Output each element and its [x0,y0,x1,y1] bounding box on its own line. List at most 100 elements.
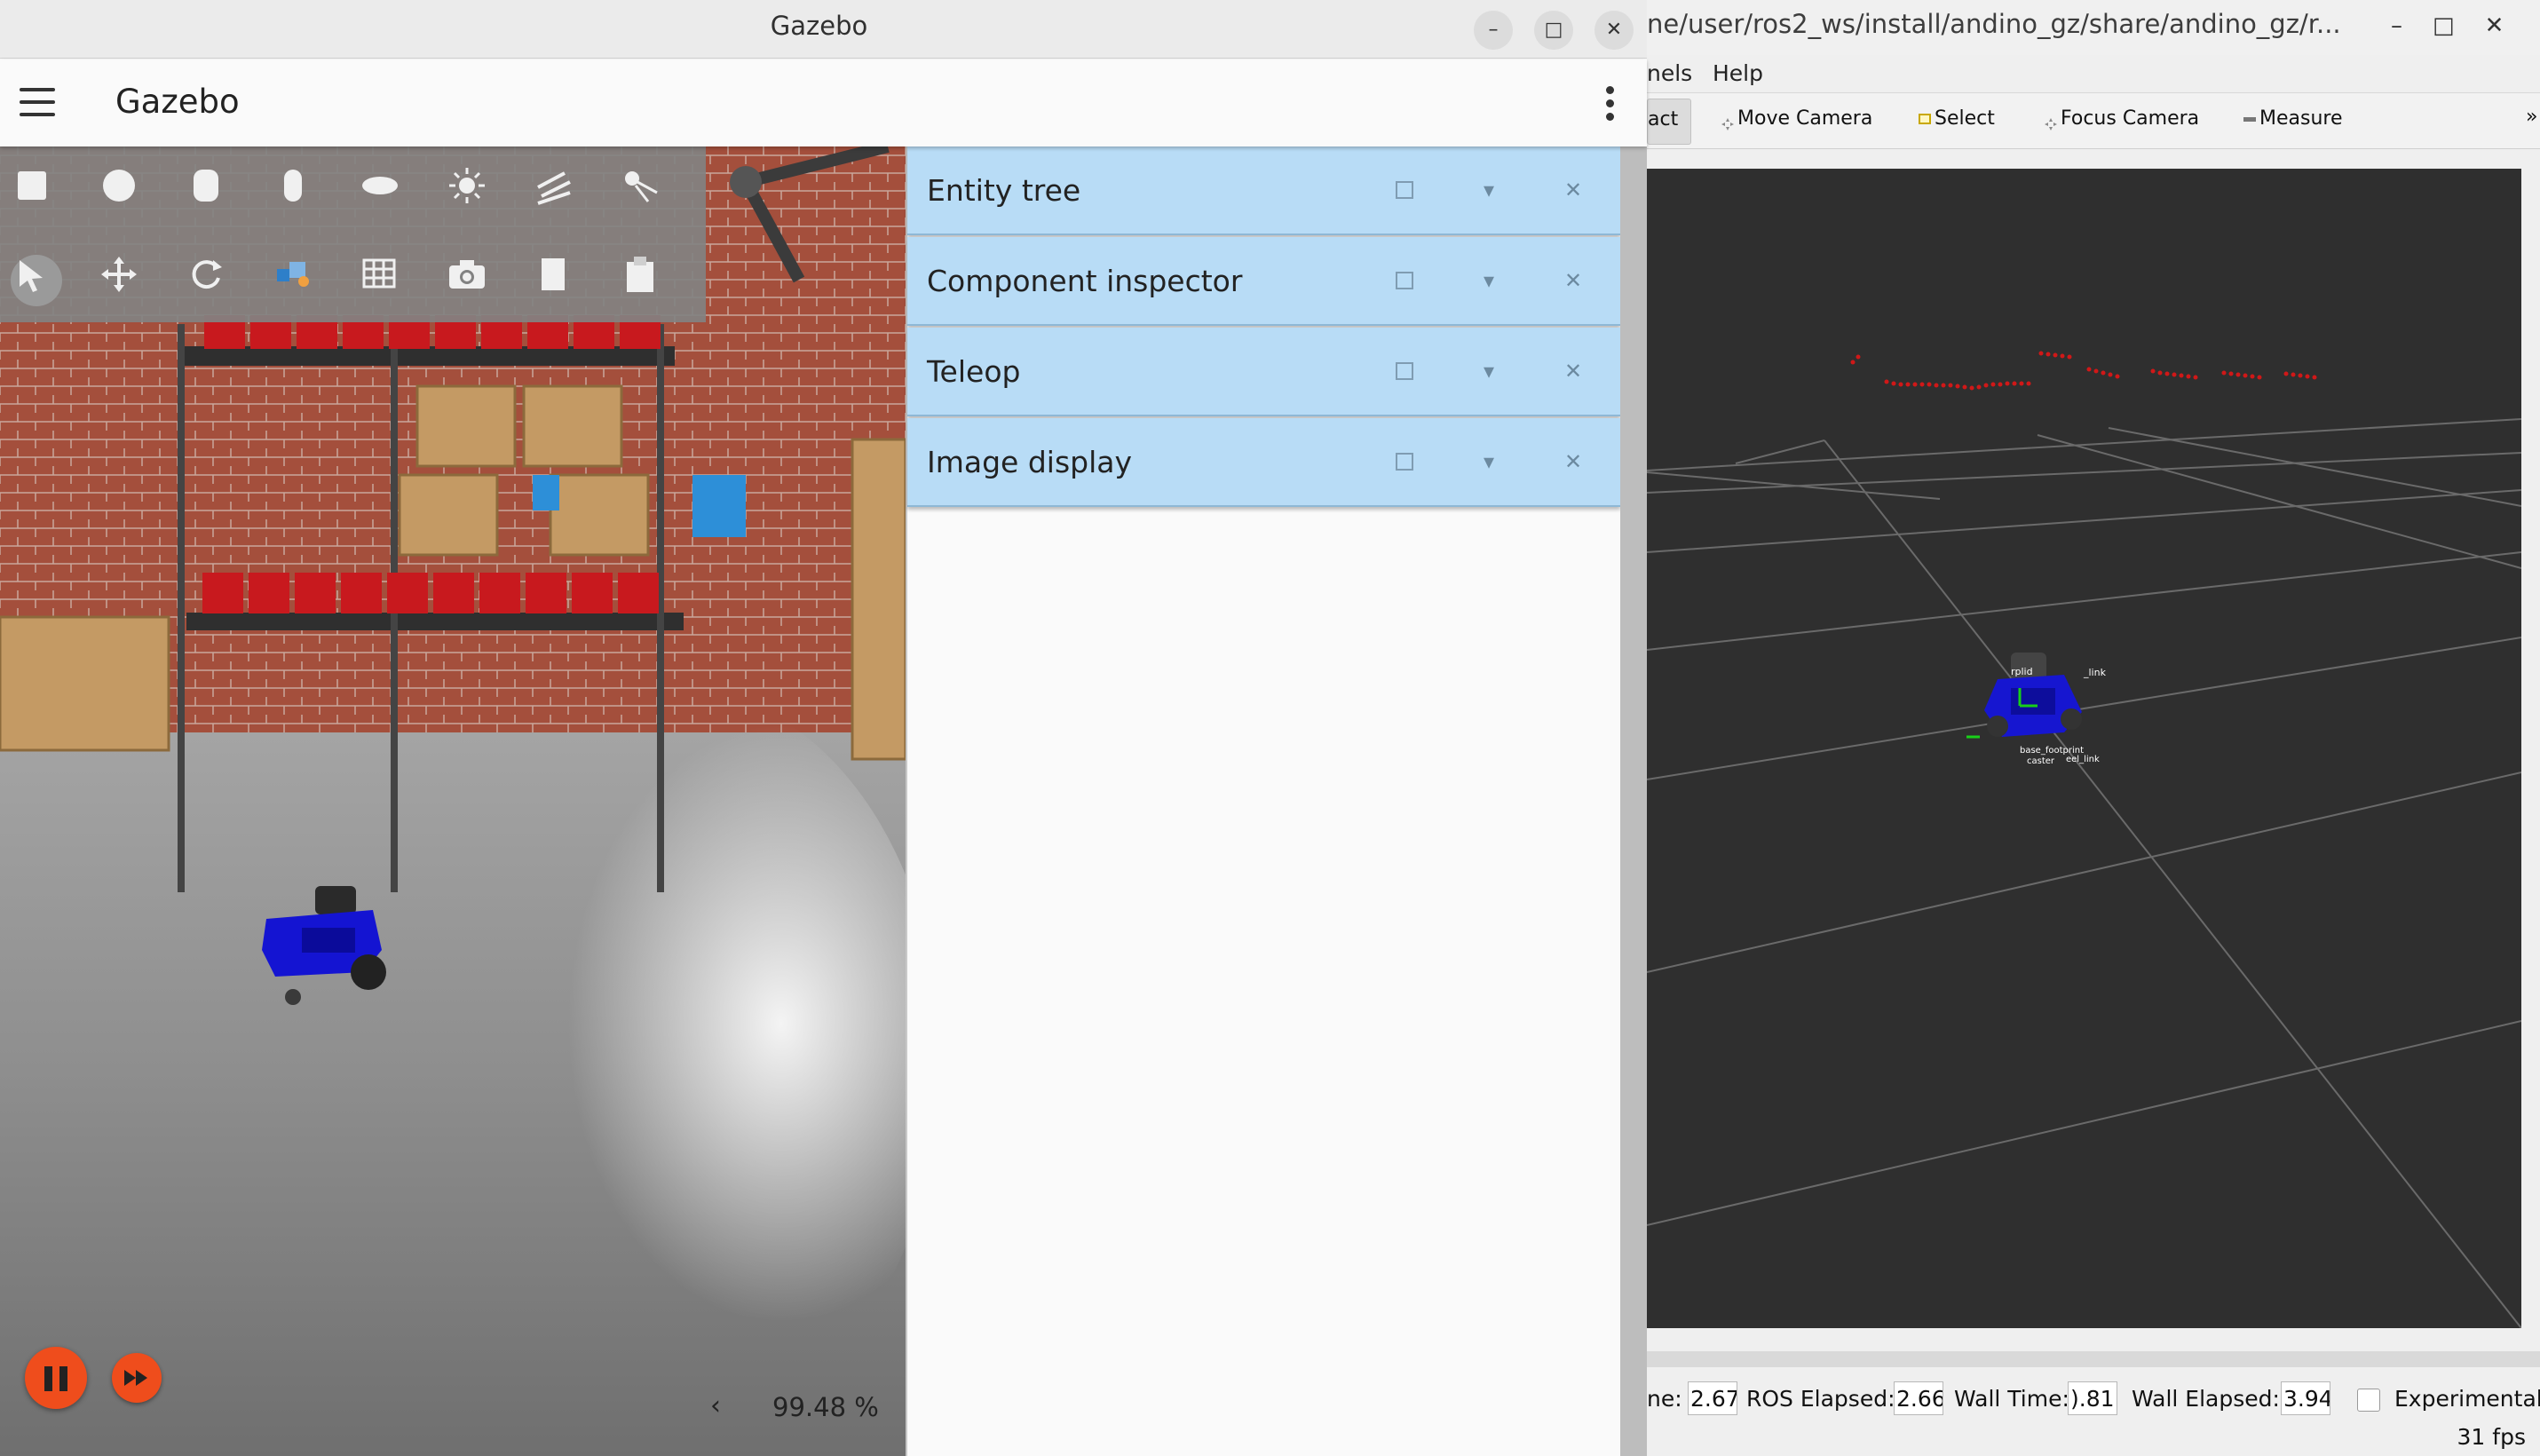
tool-focus-camera-label: Focus Camera [2061,107,2200,130]
rviz-window: ne/user/ros2_ws/install/andino_gz/share/… [1647,0,2540,1456]
rviz-robot-label: eel_link [2066,755,2100,764]
collapse-plugin-button[interactable]: ▾ [1476,267,1502,294]
experimental-label: Experimental [2394,1386,2540,1412]
tool-measure-label: Measure [2259,107,2343,130]
close-plugin-button[interactable]: ✕ [1560,267,1587,294]
tool-move-camera[interactable]: Move Camera [1721,107,1873,131]
float-plugin-button[interactable] [1391,267,1418,294]
plugin-title: Entity tree [927,173,1081,208]
dock-scrollbar[interactable] [1620,146,1647,1456]
plugin-entity-tree[interactable]: Entity tree ▾ ✕ [907,146,1620,235]
ros-elapsed-label: ROS Elapsed: [1746,1386,1895,1412]
tool-interact-label: act [1648,108,1679,131]
tool-move-camera-label: Move Camera [1737,107,1873,130]
wall-time-field[interactable]: ).81 [2068,1381,2117,1415]
collapse-plugin-button[interactable]: ▾ [1476,448,1502,475]
plugin-image-display[interactable]: Image display ▾ ✕ [907,418,1620,507]
rviz-window-controls: – □ ✕ [2391,12,2504,39]
rtf-collapse-toggle[interactable]: ‹ [710,1390,721,1421]
rviz-splitter[interactable] [1647,1351,2540,1367]
ros-elapsed-field[interactable]: 2.66 [1894,1381,1943,1415]
copy-icon[interactable] [534,255,586,306]
float-plugin-button[interactable] [1391,448,1418,475]
close-plugin-button[interactable]: ✕ [1560,448,1587,475]
plugin-title: Teleop [927,354,1021,389]
gazebo-app-bar: Gazebo [0,59,1647,146]
select-mode-icon[interactable] [11,255,62,306]
rviz-robot-label: caster [2027,756,2055,766]
gazebo-3d-scene[interactable] [0,146,906,1456]
float-plugin-button[interactable] [1391,358,1418,384]
box-shape-icon[interactable] [12,166,64,218]
rviz-robot-label: rplid [2011,666,2033,677]
rviz-3d-view[interactable]: rplid _link base_footprint caster eel_li… [1647,169,2521,1328]
real-time-factor: 99.48 % [772,1392,879,1422]
plugin-component-inspector[interactable]: Component inspector ▾ ✕ [907,237,1620,326]
ros-time-label: ne: [1647,1386,1682,1412]
rviz-toolbar: act Move Camera Select Focus Camera Meas… [1647,92,2540,149]
close-plugin-button[interactable]: ✕ [1560,177,1587,203]
kebab-menu-icon[interactable] [1606,86,1615,126]
tool-measure[interactable]: Measure [2243,107,2343,130]
rviz-close-button[interactable]: ✕ [2485,12,2504,39]
point-light-icon[interactable] [447,166,499,218]
screenshot-icon[interactable] [447,255,499,306]
step-button[interactable] [112,1353,162,1403]
translate-mode-icon[interactable] [99,255,151,306]
rviz-menubar: nels Help [1647,57,2540,92]
select-icon [1919,114,1931,124]
cylinder-shape-icon[interactable] [186,166,238,218]
rviz-titlebar[interactable]: ne/user/ros2_ws/install/andino_gz/share/… [1647,0,2540,55]
gazebo-minimize-button[interactable]: – [1474,11,1513,50]
fps-counter: 31 fps [2457,1424,2526,1450]
tool-select[interactable]: Select [1919,107,1995,130]
gazebo-window: Gazebo – □ ✕ Gazebo ‹ 99.48 % Entity tre… [0,0,1647,1456]
collapse-plugin-button[interactable]: ▾ [1476,177,1502,203]
tool-focus-camera[interactable]: Focus Camera [2045,107,2200,131]
wall-elapsed-field[interactable]: 3.94 [2281,1381,2330,1415]
window-icon [1396,362,1413,380]
tool-select-label: Select [1935,107,1995,130]
gazebo-window-title: Gazebo [770,11,868,41]
grid-config-icon[interactable] [360,255,412,306]
toolbar-overflow-button[interactable]: » [2526,106,2537,128]
collapse-plugin-button[interactable]: ▾ [1476,358,1502,384]
menu-panels[interactable]: nels [1647,60,1692,86]
spot-light-icon[interactable] [621,166,673,218]
gazebo-app-title: Gazebo [115,83,240,121]
warehouse-render [0,146,906,1456]
focus-camera-icon [2045,114,2057,131]
tool-interact[interactable]: act [1647,99,1692,145]
experimental-checkbox[interactable] [2357,1389,2380,1412]
rviz-robot-label: _link [2084,667,2106,678]
rviz-grid-render [1647,351,2521,1328]
rviz-time-panel: ne: 2.67 ROS Elapsed: 2.66 Wall Time: ).… [1647,1381,2540,1417]
pause-button[interactable] [25,1347,87,1409]
gazebo-maximize-button[interactable]: □ [1534,11,1573,50]
sphere-shape-icon[interactable] [99,166,151,218]
float-plugin-button[interactable] [1391,177,1418,203]
measure-icon [2243,116,2256,122]
gazebo-titlebar[interactable]: Gazebo – □ ✕ [0,0,1647,59]
gazebo-close-button[interactable]: ✕ [1594,11,1634,50]
ros-time-field[interactable]: 2.67 [1688,1381,1737,1415]
directional-light-icon[interactable] [534,166,586,218]
plugin-teleop[interactable]: Teleop ▾ ✕ [907,328,1620,416]
wall-time-label: Wall Time: [1954,1386,2069,1412]
close-plugin-button[interactable]: ✕ [1560,358,1587,384]
menu-help[interactable]: Help [1713,60,1763,86]
plugin-title: Image display [927,445,1133,479]
capsule-shape-icon[interactable] [273,166,325,218]
paste-icon[interactable] [621,255,673,306]
rviz-maximize-button[interactable]: □ [2433,12,2455,39]
window-icon [1396,272,1413,289]
rviz-window-title: ne/user/ros2_ws/install/andino_gz/share/… [1647,9,2341,39]
plugin-dock: Entity tree ▾ ✕ Component inspector ▾ ✕ … [906,146,1620,1456]
move-camera-icon [1721,114,1734,131]
window-icon [1396,453,1413,471]
ellipsoid-shape-icon[interactable] [360,166,412,218]
rotate-mode-icon[interactable] [186,255,238,306]
rviz-minimize-button[interactable]: – [2391,12,2402,39]
view-angle-icon[interactable] [273,255,325,306]
hamburger-menu-icon[interactable] [20,88,55,116]
